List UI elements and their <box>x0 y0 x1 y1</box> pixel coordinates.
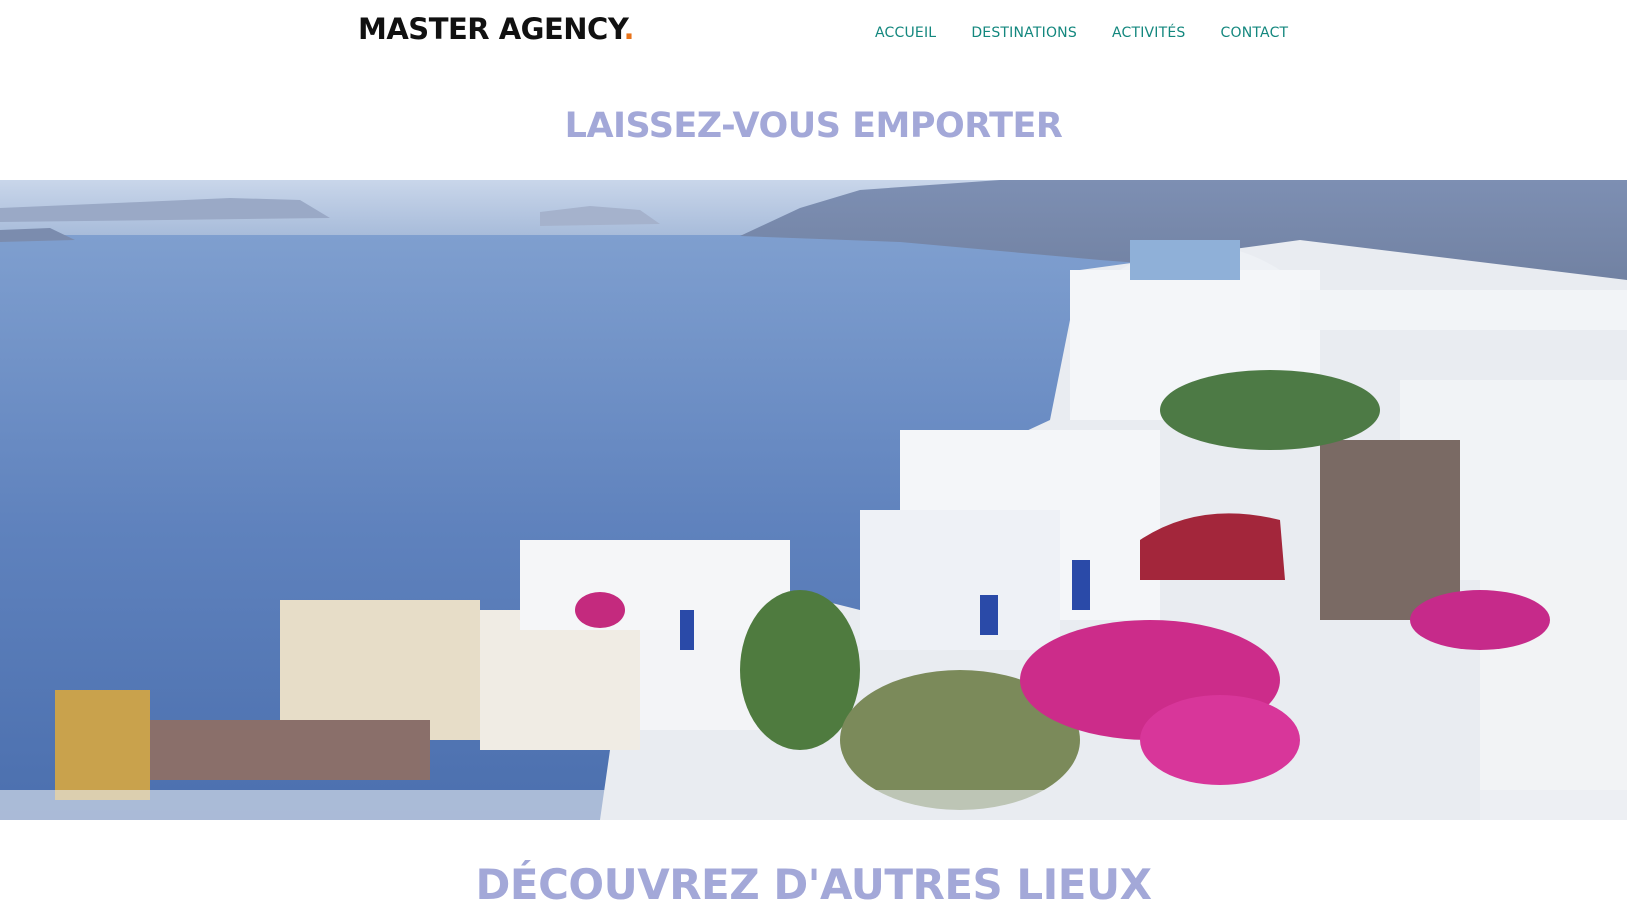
nav-contact[interactable]: CONTACT <box>1221 25 1289 41</box>
nav-activites[interactable]: ACTIVITÉS <box>1112 25 1186 41</box>
hero-image <box>0 180 1627 820</box>
site-logo[interactable]: MASTER AGENCY. <box>358 12 635 46</box>
section-title: DÉCOUVREZ D'AUTRES LIEUX <box>475 860 1152 909</box>
nav-destinations[interactable]: DESTINATIONS <box>971 25 1077 41</box>
hero-title: LAISSEZ-VOUS EMPORTER <box>564 106 1063 146</box>
santorini-village-photo <box>0 180 1627 820</box>
nav-accueil[interactable]: ACCUEIL <box>875 25 936 41</box>
main-nav: ACCUEIL DESTINATIONS ACTIVITÉS CONTACT <box>875 25 1323 41</box>
logo-dot: . <box>623 12 635 46</box>
site-header: MASTER AGENCY. ACCUEIL DESTINATIONS ACTI… <box>0 0 1627 68</box>
logo-text: MASTER AGENCY <box>358 12 624 46</box>
